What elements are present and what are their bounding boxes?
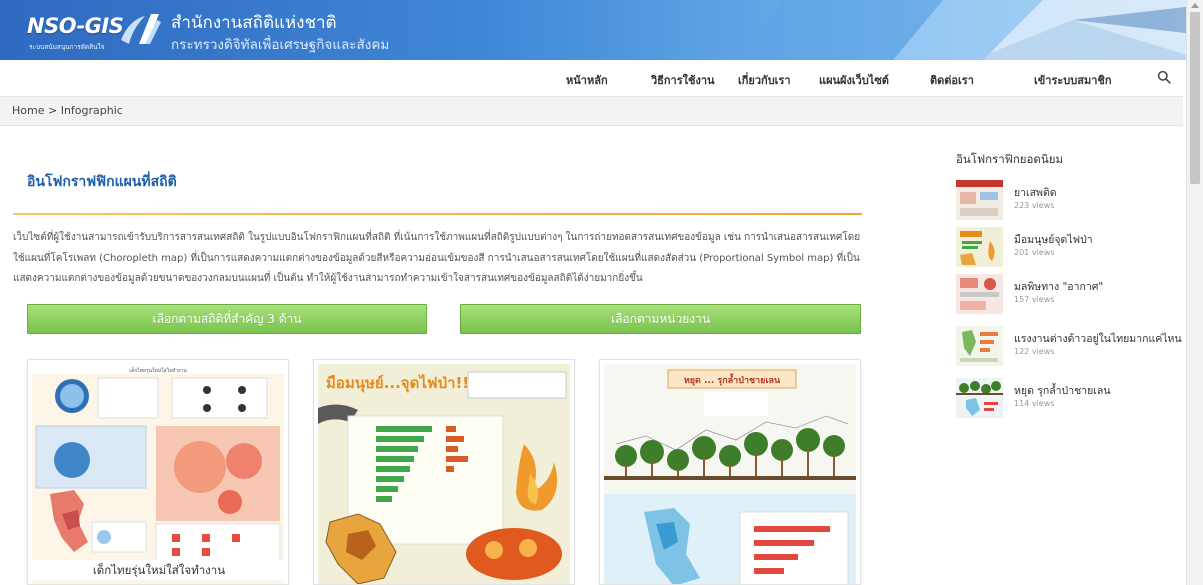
search-icon[interactable]	[1157, 70, 1171, 84]
popular-thumbnail-air-pollution	[956, 274, 1003, 314]
breadcrumb-separator: >	[47, 104, 58, 117]
nav-how-to-use[interactable]: วิธีการใช้งาน	[651, 71, 715, 89]
logo-text: NSO-GIS	[27, 14, 124, 38]
main-nav: หน้าหลัก วิธีการใช้งาน เกี่ยวกับเรา แผนผ…	[0, 60, 1183, 97]
popular-item-title[interactable]: มือมนุษย์จุดไฟป่า	[1014, 231, 1093, 248]
banner-decoration	[743, 0, 1203, 60]
infographic-card[interactable]: มือมนุษย์...จุดไฟป่า!!!	[313, 359, 575, 585]
popular-infographics-title: อินโฟกราฟิกยอดนิยม	[956, 152, 1064, 166]
popular-thumbnail-forest-fire	[956, 227, 1003, 267]
nav-home[interactable]: หน้าหลัก	[566, 71, 608, 89]
page-title: อินโฟกราฟฟิกแผนที่สถิติ	[27, 174, 177, 190]
site-name: สำนักงานสถิติแห่งชาติ	[171, 13, 337, 33]
popular-item-title[interactable]: แรงงานต่างด้าวอยู่ในไทยมากแค่ไหน	[1014, 330, 1182, 347]
scrollbar-thumb[interactable]	[1190, 12, 1200, 184]
popular-item[interactable]: ยาเสพติด 223 views	[956, 180, 1186, 226]
card-caption[interactable]: เด็กไทยรุ่นใหม่ใส่ใจทำงาน	[28, 560, 288, 580]
popular-item-title[interactable]: ยาเสพติด	[1014, 184, 1057, 201]
logo-subtext: ระบบสนับสนุนการตัดสินใจ	[29, 43, 105, 51]
thumb-heading: มือมนุษย์...จุดไฟป่า!!!	[326, 373, 476, 393]
popular-item-views: 122 views	[1014, 347, 1055, 356]
nav-about[interactable]: เกี่ยวกับเรา	[738, 71, 791, 89]
infographic-thumbnail-forest-fire: มือมนุษย์...จุดไฟป่า!!!	[318, 364, 570, 584]
breadcrumb: Home > Infographic	[12, 104, 123, 117]
popular-item-views: 157 views	[1014, 295, 1055, 304]
breadcrumb-bar: Home > Infographic	[0, 97, 1183, 126]
nav-contact[interactable]: ติดต่อเรา	[930, 71, 974, 89]
popular-item-title[interactable]: หยุด รุกล้ำป่าชายเลน	[1014, 382, 1111, 399]
popular-item[interactable]: หยุด รุกล้ำป่าชายเลน 114 views	[956, 378, 1186, 424]
breadcrumb-home[interactable]: Home	[12, 104, 44, 117]
popular-item-views: 223 views	[1014, 201, 1055, 210]
select-by-key-statistics-button[interactable]: เลือกตามสถิติที่สำคัญ 3 ด้าน	[27, 304, 427, 334]
logo-mark-icon	[121, 14, 161, 44]
intro-description: เว็บไซต์ที่ผู้ใช้งานสามารถเข้ารับบริการส…	[13, 232, 861, 284]
title-divider	[13, 213, 862, 215]
select-by-agency-button[interactable]: เลือกตามหน่วยงาน	[460, 304, 861, 334]
popular-thumbnail-mangrove	[956, 378, 1003, 418]
nav-sitemap[interactable]: แผนผังเว็บไซต์	[819, 71, 889, 89]
scroll-up-arrow-icon[interactable]	[1191, 3, 1199, 8]
nav-member-login[interactable]: เข้าระบบสมาชิก	[1034, 71, 1112, 89]
site-banner: NSO-GIS ระบบสนับสนุนการตัดสินใจ สำนักงาน…	[0, 0, 1203, 60]
popular-item[interactable]: มือมนุษย์จุดไฟป่า 201 views	[956, 227, 1186, 273]
popular-thumbnail-migrant-workers	[956, 326, 1003, 366]
infographic-thumbnail-youth-work: เด็กไทยรุ่นใหม่ใส่ใจทำงาน	[32, 364, 284, 584]
popular-item-views: 201 views	[1014, 248, 1055, 257]
thumb-heading: เด็กไทยรุ่นใหม่ใส่ใจทำงาน	[129, 366, 187, 374]
infographic-card[interactable]: เด็กไทยรุ่นใหม่ใส่ใจทำงาน เด็กไทยรุ่นใหม…	[27, 359, 289, 585]
page-scrollbar[interactable]	[1186, 0, 1203, 585]
breadcrumb-current: Infographic	[60, 104, 123, 117]
site-subtitle: กระทรวงดิจิทัลเพื่อเศรษฐกิจและสังคม	[171, 37, 390, 53]
popular-item[interactable]: มลพิษทาง "อากาศ" 157 views	[956, 274, 1186, 320]
logo[interactable]: NSO-GIS ระบบสนับสนุนการตัดสินใจ	[27, 10, 162, 54]
infographic-thumbnail-mangrove: หยุด ... รุกล้ำป่าชายเลน	[604, 364, 856, 584]
popular-item[interactable]: แรงงานต่างด้าวอยู่ในไทยมากแค่ไหน 122 vie…	[956, 326, 1186, 372]
popular-item-title[interactable]: มลพิษทาง "อากาศ"	[1014, 278, 1103, 295]
infographic-card[interactable]: หยุด ... รุกล้ำป่าชายเลน	[599, 359, 861, 585]
popular-thumbnail-drugs	[956, 180, 1003, 220]
popular-item-views: 114 views	[1014, 399, 1055, 408]
